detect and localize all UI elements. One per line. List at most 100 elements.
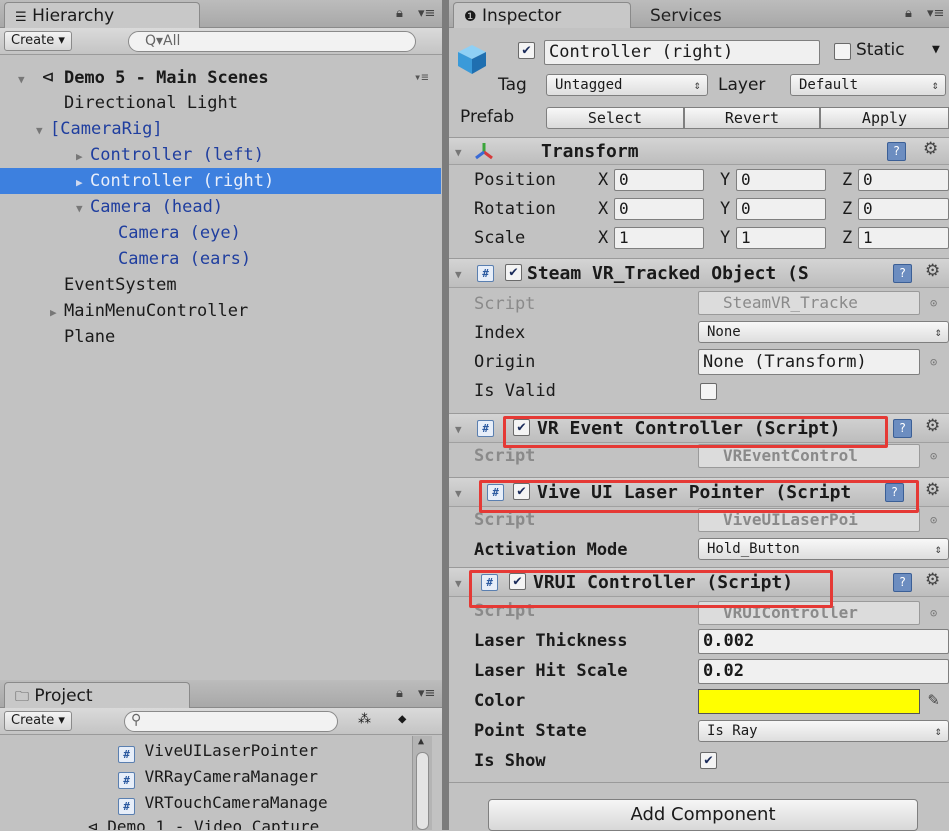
tree-item-controller-right[interactable]: ▶ Controller (right): [0, 168, 441, 194]
project-tabbar: 🗀 Project 🔒︎ ▾≡: [0, 680, 442, 708]
help-icon[interactable]: ?: [887, 142, 906, 161]
transform-header[interactable]: ▼ Transform ? ⚙: [449, 137, 949, 165]
scale-x-field[interactable]: 1: [614, 227, 704, 249]
expand-arrow-icon[interactable]: ▼: [76, 196, 90, 222]
tracked-object-header[interactable]: ▼ # ✔ Steam VR_Tracked Object (S ? ⚙: [449, 258, 949, 288]
expand-arrow-icon[interactable]: ▼: [455, 146, 462, 159]
tag-dropdown[interactable]: Untagged ⇕: [546, 74, 708, 96]
expand-arrow-icon[interactable]: ▼: [455, 423, 462, 436]
active-checkbox[interactable]: ✔: [518, 42, 535, 59]
list-item[interactable]: # ViveUILaserPointer: [0, 738, 441, 764]
tree-item-camerarig[interactable]: ▼ [CameraRig]: [0, 116, 441, 142]
tab-inspector[interactable]: ❶ Inspector: [453, 2, 631, 28]
expand-arrow-icon[interactable]: ▼: [455, 487, 462, 500]
index-dropdown[interactable]: None ⇕: [698, 321, 949, 343]
position-x-field[interactable]: 0: [614, 169, 704, 191]
component-enabled-checkbox[interactable]: ✔: [505, 264, 522, 281]
label-tag-icon[interactable]: ◆: [398, 711, 406, 727]
point-state-dropdown[interactable]: Is Ray ⇕: [698, 720, 949, 742]
tree-item-camera-eye[interactable]: Camera (eye): [0, 220, 441, 246]
lock-icon[interactable]: 🔒︎: [905, 6, 912, 21]
rotation-y-field[interactable]: 0: [736, 198, 826, 220]
tab-project[interactable]: 🗀 Project: [4, 682, 190, 708]
layer-label: Layer: [718, 75, 766, 95]
scroll-up-arrow-icon[interactable]: ▲: [418, 736, 424, 747]
prefab-select-button[interactable]: Select: [546, 107, 684, 129]
help-icon[interactable]: ?: [893, 419, 912, 438]
panel-menu-icon[interactable]: ▾≡: [927, 6, 944, 21]
scrollbar[interactable]: ▲: [412, 736, 432, 830]
position-z-field[interactable]: 0: [858, 169, 949, 191]
collapse-arrow-icon[interactable]: ▶: [76, 144, 90, 170]
object-picker-icon[interactable]: ⊙: [930, 355, 937, 369]
object-name-field[interactable]: Controller (right): [544, 40, 820, 65]
project-list: # ViveUILaserPointer # VRRayCameraManage…: [0, 736, 442, 830]
gear-icon[interactable]: ⚙: [925, 416, 940, 436]
expand-arrow-icon[interactable]: ▼: [36, 118, 50, 144]
laser-thickness-field[interactable]: 0.002: [698, 629, 949, 654]
object-picker-icon[interactable]: ⊙: [930, 513, 937, 527]
tree-item-directional-light[interactable]: Directional Light: [0, 90, 441, 116]
activation-mode-dropdown[interactable]: Hold_Button ⇕: [698, 538, 949, 560]
color-swatch[interactable]: [698, 689, 920, 714]
panel-menu-icon[interactable]: ▾≡: [418, 6, 435, 21]
panel-divider[interactable]: [442, 0, 449, 830]
isvalid-checkbox[interactable]: [700, 383, 717, 400]
is-show-checkbox[interactable]: ✔: [700, 752, 717, 769]
search-input[interactable]: Q▾All: [128, 31, 416, 52]
rotation-x-field[interactable]: 0: [614, 198, 704, 220]
gear-icon[interactable]: ⚙: [923, 139, 938, 159]
is-show-label: Is Show: [474, 751, 546, 771]
project-search-input[interactable]: ⚲: [124, 711, 338, 732]
layer-dropdown[interactable]: Default ⇕: [790, 74, 946, 96]
object-picker-icon[interactable]: ⊙: [930, 296, 937, 310]
project-create-button[interactable]: Create ▾: [4, 711, 72, 731]
static-dropdown-icon[interactable]: ▼: [932, 42, 940, 57]
tree-item-camera-ears[interactable]: Camera (ears): [0, 246, 441, 272]
lock-icon[interactable]: 🔒︎: [396, 6, 403, 21]
tree-item-plane[interactable]: Plane: [0, 324, 441, 350]
add-component-button[interactable]: Add Component: [488, 799, 918, 831]
list-item[interactable]: # VRRayCameraManager: [0, 764, 441, 790]
list-icon: ☰: [15, 10, 27, 25]
scrollbar-thumb[interactable]: [416, 752, 429, 830]
laser-hit-scale-field[interactable]: 0.02: [698, 659, 949, 684]
list-item[interactable]: # VRTouchCameraManage: [0, 790, 441, 816]
scene-row[interactable]: ▼ ⊲ Demo 5 - Main Scenes ▾≡: [0, 64, 441, 90]
scale-y-field[interactable]: 1: [736, 227, 826, 249]
scale-z-field[interactable]: 1: [858, 227, 949, 249]
gear-icon[interactable]: ⚙: [925, 480, 940, 500]
isvalid-label: Is Valid: [474, 381, 556, 401]
laser-thickness-label: Laser Thickness: [474, 631, 628, 651]
tree-item-controller-left[interactable]: ▶ Controller (left): [0, 142, 441, 168]
list-item[interactable]: ⊲ Demo 1 - Video Capture: [0, 816, 441, 830]
help-icon[interactable]: ?: [893, 573, 912, 592]
filter-type-icon[interactable]: ⁂: [358, 712, 371, 727]
tab-services[interactable]: Services: [639, 2, 779, 28]
prefab-apply-button[interactable]: Apply: [820, 107, 949, 129]
rotation-z-field[interactable]: 0: [858, 198, 949, 220]
origin-field[interactable]: None (Transform): [698, 349, 920, 375]
panel-menu-icon[interactable]: ▾≡: [418, 686, 435, 701]
tab-hierarchy[interactable]: ☰ Hierarchy: [4, 2, 200, 28]
create-button[interactable]: Create ▾: [4, 31, 72, 51]
object-picker-icon[interactable]: ⊙: [930, 449, 937, 463]
gear-icon[interactable]: ⚙: [925, 261, 940, 281]
scene-menu-icon[interactable]: ▾≡: [414, 64, 428, 90]
static-checkbox[interactable]: [834, 43, 851, 60]
help-icon[interactable]: ?: [893, 264, 912, 283]
collapse-arrow-icon[interactable]: ▶: [76, 170, 90, 196]
expand-arrow-icon[interactable]: ▼: [455, 577, 462, 590]
lock-icon[interactable]: 🔒︎: [396, 686, 403, 701]
collapse-arrow-icon[interactable]: ▶: [50, 300, 64, 326]
position-y-field[interactable]: 0: [736, 169, 826, 191]
eyedropper-icon[interactable]: ✎: [928, 689, 939, 710]
object-picker-icon[interactable]: ⊙: [930, 606, 937, 620]
expand-arrow-icon[interactable]: ▼: [455, 268, 462, 281]
origin-label: Origin: [474, 352, 536, 372]
prefab-revert-button[interactable]: Revert: [684, 107, 820, 129]
tree-item-eventsystem[interactable]: EventSystem: [0, 272, 441, 298]
tree-item-camera-head[interactable]: ▼ Camera (head): [0, 194, 441, 220]
gear-icon[interactable]: ⚙: [925, 570, 940, 590]
tree-item-mainmenucontroller[interactable]: ▶ MainMenuController: [0, 298, 441, 324]
